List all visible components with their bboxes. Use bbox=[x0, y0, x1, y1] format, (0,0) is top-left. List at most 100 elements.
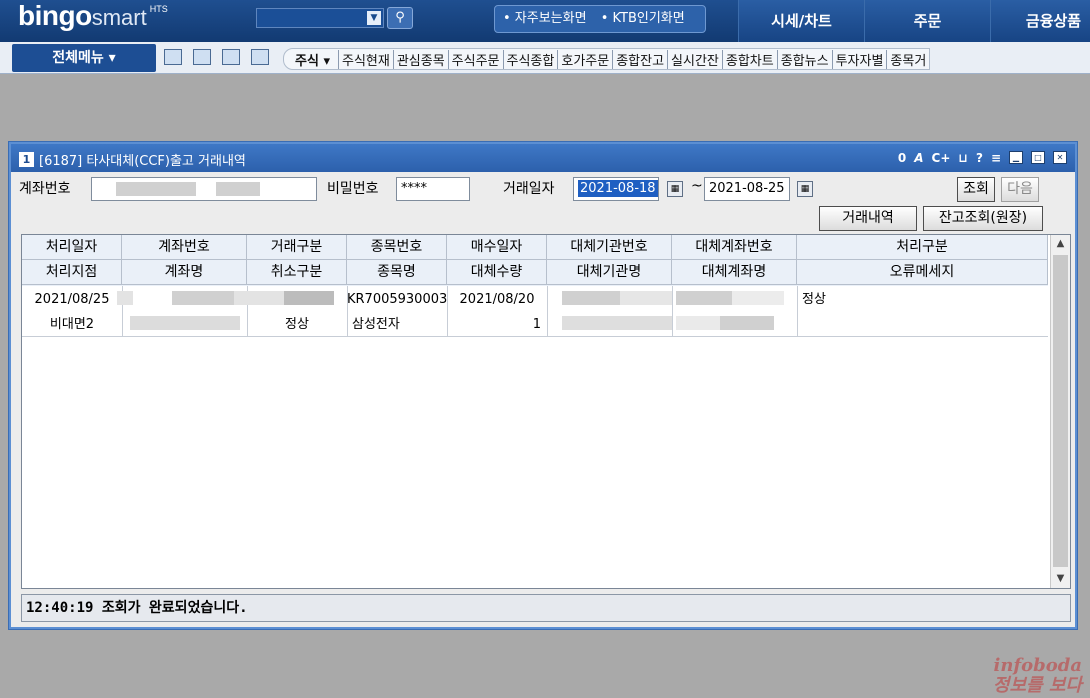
window-body: 계좌번호 비밀번호 **** 거래일자 2021-08-18 ▦ ~ 2021-… bbox=[11, 172, 1075, 627]
screen-icon[interactable] bbox=[164, 49, 182, 65]
menu-item[interactable]: 주식종합 bbox=[502, 49, 558, 69]
watermark-line: 정보를 보다 bbox=[992, 675, 1082, 696]
masked-value bbox=[720, 316, 774, 330]
password-field[interactable]: **** bbox=[396, 177, 470, 201]
date-label: 거래일자 bbox=[503, 181, 555, 197]
menu-item[interactable]: 투자자별 bbox=[831, 49, 887, 69]
menu-item[interactable]: 주식현재 bbox=[337, 49, 393, 69]
font-icon[interactable]: A bbox=[914, 151, 923, 165]
scroll-thumb[interactable] bbox=[1053, 255, 1068, 567]
quick-links: • 자주보는화면 • KTB인기화면 bbox=[494, 5, 706, 33]
chevron-down-icon: ▼ bbox=[367, 11, 381, 25]
col-stock-code[interactable]: 종목번호 bbox=[347, 235, 447, 260]
col-trade-type[interactable]: 거래구분 bbox=[247, 235, 347, 260]
menu-bar: 전체메뉴 ▾ 주식 ▾ 주식현재 관심종목 주식주문 주식종합 호가주문 종합잔… bbox=[0, 42, 1090, 74]
window-titlebar[interactable]: 1 [6187] 타사대체(CCF)출고 거래내역 0 A C+ ⊔ ? ≡ ▁… bbox=[11, 144, 1075, 172]
window-tools: 0 A C+ ⊔ ? ≡ ▁ □ ✕ bbox=[898, 151, 1067, 165]
masked-value bbox=[620, 291, 672, 305]
cell-divider bbox=[797, 286, 798, 337]
nav-order[interactable]: 주문 bbox=[864, 0, 990, 42]
balance-ledger-button[interactable]: 잔고조회(원장) bbox=[923, 206, 1043, 231]
col-account-no[interactable]: 계좌번호 bbox=[122, 235, 247, 260]
grid-header: 처리일자 계좌번호 거래구분 종목번호 매수일자 대체기관번호 대체계좌번호 처… bbox=[22, 235, 1048, 286]
col-transfer-qty[interactable]: 대체수량 bbox=[447, 260, 547, 285]
cell-process-type: 정상 bbox=[802, 292, 826, 307]
col-transfer-inst-no[interactable]: 대체기관번호 bbox=[547, 235, 672, 260]
maximize-icon[interactable]: □ bbox=[1031, 151, 1045, 164]
app-logo: bingosmart HTS bbox=[18, 0, 168, 32]
menu-item[interactable]: 종합차트 bbox=[721, 49, 777, 69]
search-icon: ⚲ bbox=[395, 10, 405, 25]
masked-value bbox=[676, 316, 720, 330]
menu-item[interactable]: 호가주문 bbox=[557, 49, 612, 69]
masked-value bbox=[676, 291, 732, 305]
masked-value bbox=[562, 291, 620, 305]
date-from-field[interactable]: 2021-08-18 bbox=[573, 177, 659, 201]
cell-transfer-qty: 1 bbox=[532, 317, 541, 332]
col-transfer-account-no[interactable]: 대체계좌번호 bbox=[672, 235, 797, 260]
col-transfer-account-name[interactable]: 대체계좌명 bbox=[672, 260, 797, 285]
window-number-badge: 1 bbox=[19, 152, 34, 167]
watermark-logo: infoboda 정보를 보다 bbox=[993, 656, 1082, 696]
col-process-type[interactable]: 처리구분 bbox=[797, 235, 1048, 260]
scroll-down-icon[interactable]: ▼ bbox=[1051, 570, 1070, 588]
history-button[interactable]: 거래내역 bbox=[819, 206, 917, 231]
calendar-icon[interactable]: ▦ bbox=[797, 181, 813, 197]
quick-menu: 주식 ▾ 주식현재 관심종목 주식주문 주식종합 호가주문 종합잔고 실시간잔 … bbox=[283, 48, 931, 70]
cell-cancel-type: 정상 bbox=[285, 317, 309, 332]
col-transfer-inst-name[interactable]: 대체기관명 bbox=[547, 260, 672, 285]
list-icon[interactable]: ≡ bbox=[991, 151, 1001, 165]
cell-divider bbox=[672, 286, 673, 337]
ccf-transfer-window: 1 [6187] 타사대체(CCF)출고 거래내역 0 A C+ ⊔ ? ≡ ▁… bbox=[8, 141, 1078, 630]
date-to-field[interactable]: 2021-08-25 bbox=[704, 177, 790, 201]
window-title: [6187] 타사대체(CCF)출고 거래내역 bbox=[39, 154, 246, 169]
date-separator: ~ bbox=[691, 178, 703, 194]
col-branch[interactable]: 처리지점 bbox=[22, 260, 122, 285]
transaction-grid: 처리일자 계좌번호 거래구분 종목번호 매수일자 대체기관번호 대체계좌번호 처… bbox=[21, 234, 1071, 589]
search-button[interactable]: ⚲ bbox=[387, 7, 413, 29]
quick-link-popular[interactable]: • KTB인기화면 bbox=[601, 11, 685, 26]
minimize-icon[interactable]: ▁ bbox=[1009, 151, 1023, 164]
tv-icon[interactable] bbox=[222, 49, 240, 65]
col-error-message[interactable]: 오류메세지 bbox=[797, 260, 1048, 285]
scroll-up-icon[interactable]: ▲ bbox=[1051, 235, 1070, 253]
menu-category-stock[interactable]: 주식 ▾ bbox=[292, 50, 338, 69]
nav-quotes-chart[interactable]: 시세/차트 bbox=[738, 0, 864, 42]
col-process-date[interactable]: 처리일자 bbox=[22, 235, 122, 260]
masked-value bbox=[130, 316, 240, 330]
logo-tag: HTS bbox=[149, 4, 168, 14]
layout-icon[interactable]: ⊔ bbox=[958, 151, 968, 165]
next-button[interactable]: 다음 bbox=[1001, 177, 1039, 202]
all-menu-button[interactable]: 전체메뉴 ▾ bbox=[12, 44, 156, 72]
query-button[interactable]: 조회 bbox=[957, 177, 995, 202]
logo-brand: bingo bbox=[18, 0, 92, 31]
grid-vertical-scrollbar[interactable]: ▲ ▼ bbox=[1050, 235, 1070, 588]
masked-value bbox=[234, 291, 284, 305]
menu-item[interactable]: 종목거 bbox=[886, 49, 929, 69]
account-field[interactable] bbox=[91, 177, 317, 201]
calendar-grid-icon[interactable] bbox=[251, 49, 269, 65]
link-icon[interactable]: C+ bbox=[932, 151, 951, 165]
zero-icon[interactable]: 0 bbox=[898, 151, 906, 165]
calendar-icon[interactable]: ▦ bbox=[667, 181, 683, 197]
col-buy-date[interactable]: 매수일자 bbox=[447, 235, 547, 260]
close-icon[interactable]: ✕ bbox=[1053, 151, 1067, 164]
menu-item[interactable]: 종합잔고 bbox=[612, 49, 667, 69]
menu-item[interactable]: 종합뉴스 bbox=[776, 49, 832, 69]
nav-financial-products[interactable]: 금융상품 bbox=[990, 0, 1090, 42]
monitor-icon[interactable] bbox=[193, 49, 211, 65]
account-mask bbox=[216, 182, 260, 196]
menu-item[interactable]: 실시간잔 bbox=[667, 49, 722, 69]
menu-item[interactable]: 관심종목 bbox=[392, 49, 448, 69]
masked-value bbox=[562, 316, 672, 330]
menu-item[interactable]: 주식주문 bbox=[447, 49, 503, 69]
account-label: 계좌번호 bbox=[19, 181, 71, 197]
quick-link-favorites[interactable]: • 자주보는화면 bbox=[503, 11, 587, 26]
col-account-name[interactable]: 계좌명 bbox=[122, 260, 247, 285]
help-icon[interactable]: ? bbox=[976, 151, 983, 165]
cell-stock-name: 삼성전자 bbox=[352, 317, 400, 332]
cell-divider bbox=[547, 286, 548, 337]
col-stock-name[interactable]: 종목명 bbox=[347, 260, 447, 285]
screen-select[interactable]: ▼ bbox=[256, 8, 384, 28]
col-cancel-type[interactable]: 취소구분 bbox=[247, 260, 347, 285]
